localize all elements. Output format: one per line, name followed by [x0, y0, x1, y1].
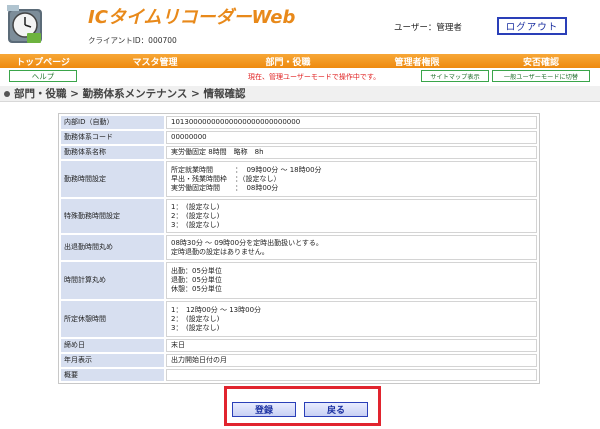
- field-value: 1： (設定なし) 2： (設定なし) 3： (設定なし): [166, 199, 537, 233]
- nav-item-department[interactable]: 部門・役職: [224, 54, 352, 68]
- register-button[interactable]: 登録: [232, 402, 296, 417]
- field-value: 所定就業時間： 09時00分 ～ 18時00分 早出・残業時間枠 ：（設定なし） …: [166, 161, 537, 197]
- field-value: 1： 12時00分 ～ 13時00分 2： (設定なし) 3： (設定なし): [166, 301, 537, 337]
- nav-item-top[interactable]: トップページ: [0, 54, 86, 68]
- header: ICタイムリコーダーWeb クライアントID：000700 ユーザー：管理者 ロ…: [0, 0, 600, 54]
- sub-toolbar: ヘルプ 現在、管理ユーザーモードで操作中です。 サイトマップ表示 一般ユーザーモ…: [0, 68, 600, 85]
- help-button[interactable]: ヘルプ: [9, 70, 77, 82]
- bullet-icon: [4, 90, 10, 97]
- back-button[interactable]: 戻る: [304, 402, 368, 417]
- action-highlight-frame: 登録 戻る: [224, 386, 381, 426]
- nav-item-master[interactable]: マスタ管理: [86, 54, 224, 68]
- sitemap-button[interactable]: サイトマップ表示: [421, 70, 489, 82]
- nav-item-admin-rights[interactable]: 管理者権限: [352, 54, 482, 68]
- field-label: 所定休憩時間: [61, 301, 164, 337]
- table-row: 勤務体系コード 00000000: [61, 131, 537, 144]
- field-label: 年月表示: [61, 354, 164, 367]
- user-label: ユーザー：管理者: [394, 23, 462, 33]
- breadcrumb: 部門・役職 > 勤務体系メンテナンス > 情報確認: [0, 86, 600, 102]
- field-value: 実労働固定 8時間 略称 8h: [166, 146, 537, 159]
- clock-logo-icon: [7, 5, 42, 43]
- field-value: 出勤：05分単位 退勤：05分単位 休憩：05分単位: [166, 262, 537, 299]
- switch-mode-button[interactable]: 一般ユーザーモードに切替: [492, 70, 590, 82]
- field-value: 出力開始日付の月: [166, 354, 537, 367]
- field-value: [166, 369, 537, 381]
- field-label: 概要: [61, 369, 164, 381]
- table-row: 年月表示 出力開始日付の月: [61, 354, 537, 367]
- client-id: クライアントID：000700: [88, 36, 177, 45]
- app-title: ICタイムリコーダーWeb: [88, 7, 296, 28]
- table-row: 内部ID（自動） 10130000000000000000000000000: [61, 116, 537, 129]
- table-row: 勤務体系名称 実労働固定 8時間 略称 8h: [61, 146, 537, 159]
- field-label: 出退勤時間丸め: [61, 235, 164, 260]
- table-row: 所定休憩時間 1： 12時00分 ～ 13時00分 2： (設定なし) 3： (…: [61, 301, 537, 337]
- field-value: 末日: [166, 339, 537, 352]
- field-label: 勤務体系コード: [61, 131, 164, 144]
- table-row: 締め日 末日: [61, 339, 537, 352]
- main-nav: トップページ マスタ管理 部門・役職 管理者権限 安否確認: [0, 54, 600, 68]
- field-label: 特殊勤務時間設定: [61, 199, 164, 233]
- mode-status-text: 現在、管理ユーザーモードで操作中です。: [248, 73, 381, 81]
- field-label: 勤務時間設定: [61, 161, 164, 197]
- field-label: 内部ID（自動）: [61, 116, 164, 129]
- field-value: 10130000000000000000000000000: [166, 116, 537, 129]
- detail-table: 内部ID（自動） 10130000000000000000000000000 勤…: [58, 113, 540, 384]
- logout-button[interactable]: ログアウト: [497, 17, 567, 35]
- breadcrumb-text: 部門・役職 > 勤務体系メンテナンス > 情報確認: [14, 88, 246, 100]
- field-label: 時間計算丸め: [61, 262, 164, 299]
- field-value: 08時30分 ～ 09時00分を定時出勤扱いとする。 定時退勤の設定はありません…: [166, 235, 537, 260]
- table-row: 概要: [61, 369, 537, 381]
- table-row: 出退勤時間丸め 08時30分 ～ 09時00分を定時出勤扱いとする。 定時退勤の…: [61, 235, 537, 260]
- field-label: 勤務体系名称: [61, 146, 164, 159]
- nav-item-safety[interactable]: 安否確認: [482, 54, 600, 68]
- field-label: 締め日: [61, 339, 164, 352]
- table-row: 時間計算丸め 出勤：05分単位 退勤：05分単位 休憩：05分単位: [61, 262, 537, 299]
- table-row: 勤務時間設定 所定就業時間： 09時00分 ～ 18時00分 早出・残業時間枠：…: [61, 161, 537, 197]
- field-value: 00000000: [166, 131, 537, 144]
- table-row: 特殊勤務時間設定 1： (設定なし) 2： (設定なし) 3： (設定なし): [61, 199, 537, 233]
